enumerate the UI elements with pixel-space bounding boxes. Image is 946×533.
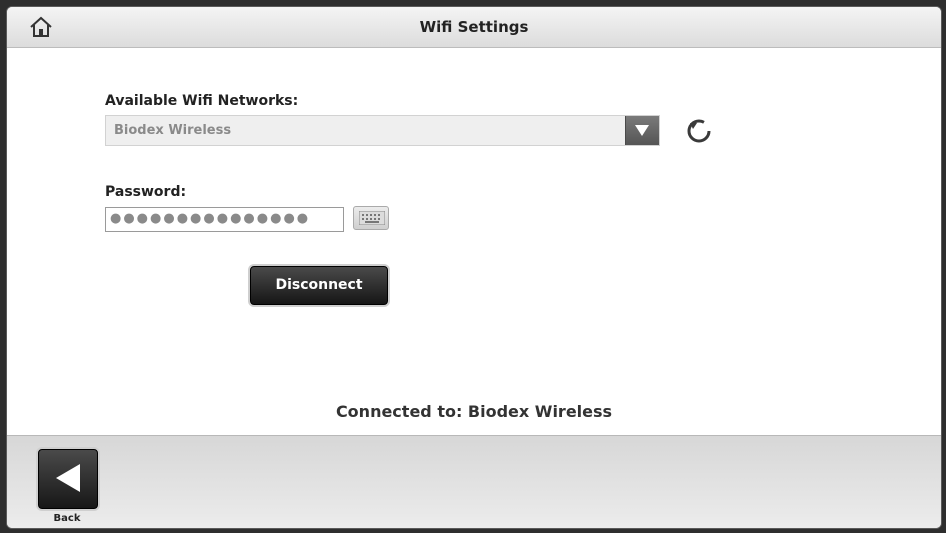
password-field[interactable]: ●●●●●●●●●●●●●●●	[105, 207, 344, 232]
dropdown-button[interactable]	[625, 116, 659, 145]
header-bar: Wifi Settings	[7, 7, 941, 48]
arrow-left-icon	[56, 464, 80, 492]
wifi-networks-label: Available Wifi Networks:	[105, 93, 299, 109]
keyboard-icon	[359, 211, 385, 225]
chevron-down-icon	[635, 125, 649, 136]
disconnect-button[interactable]: Disconnect	[250, 266, 388, 305]
footer-bar: Back	[7, 435, 941, 528]
app-window: Wifi Settings Available Wifi Networks: B…	[6, 6, 942, 529]
keyboard-button[interactable]	[353, 206, 389, 230]
wifi-network-select[interactable]: Biodex Wireless	[105, 115, 660, 146]
refresh-icon	[687, 119, 711, 143]
password-label: Password:	[105, 184, 187, 200]
refresh-button[interactable]	[685, 117, 713, 145]
wifi-network-value: Biodex Wireless	[114, 123, 232, 138]
home-icon	[30, 16, 52, 37]
home-button[interactable]	[29, 16, 53, 38]
back-label: Back	[53, 513, 81, 524]
page-title: Wifi Settings	[419, 18, 529, 36]
connection-status: Connected to: Biodex Wireless	[335, 402, 613, 421]
back-button[interactable]	[38, 449, 98, 509]
